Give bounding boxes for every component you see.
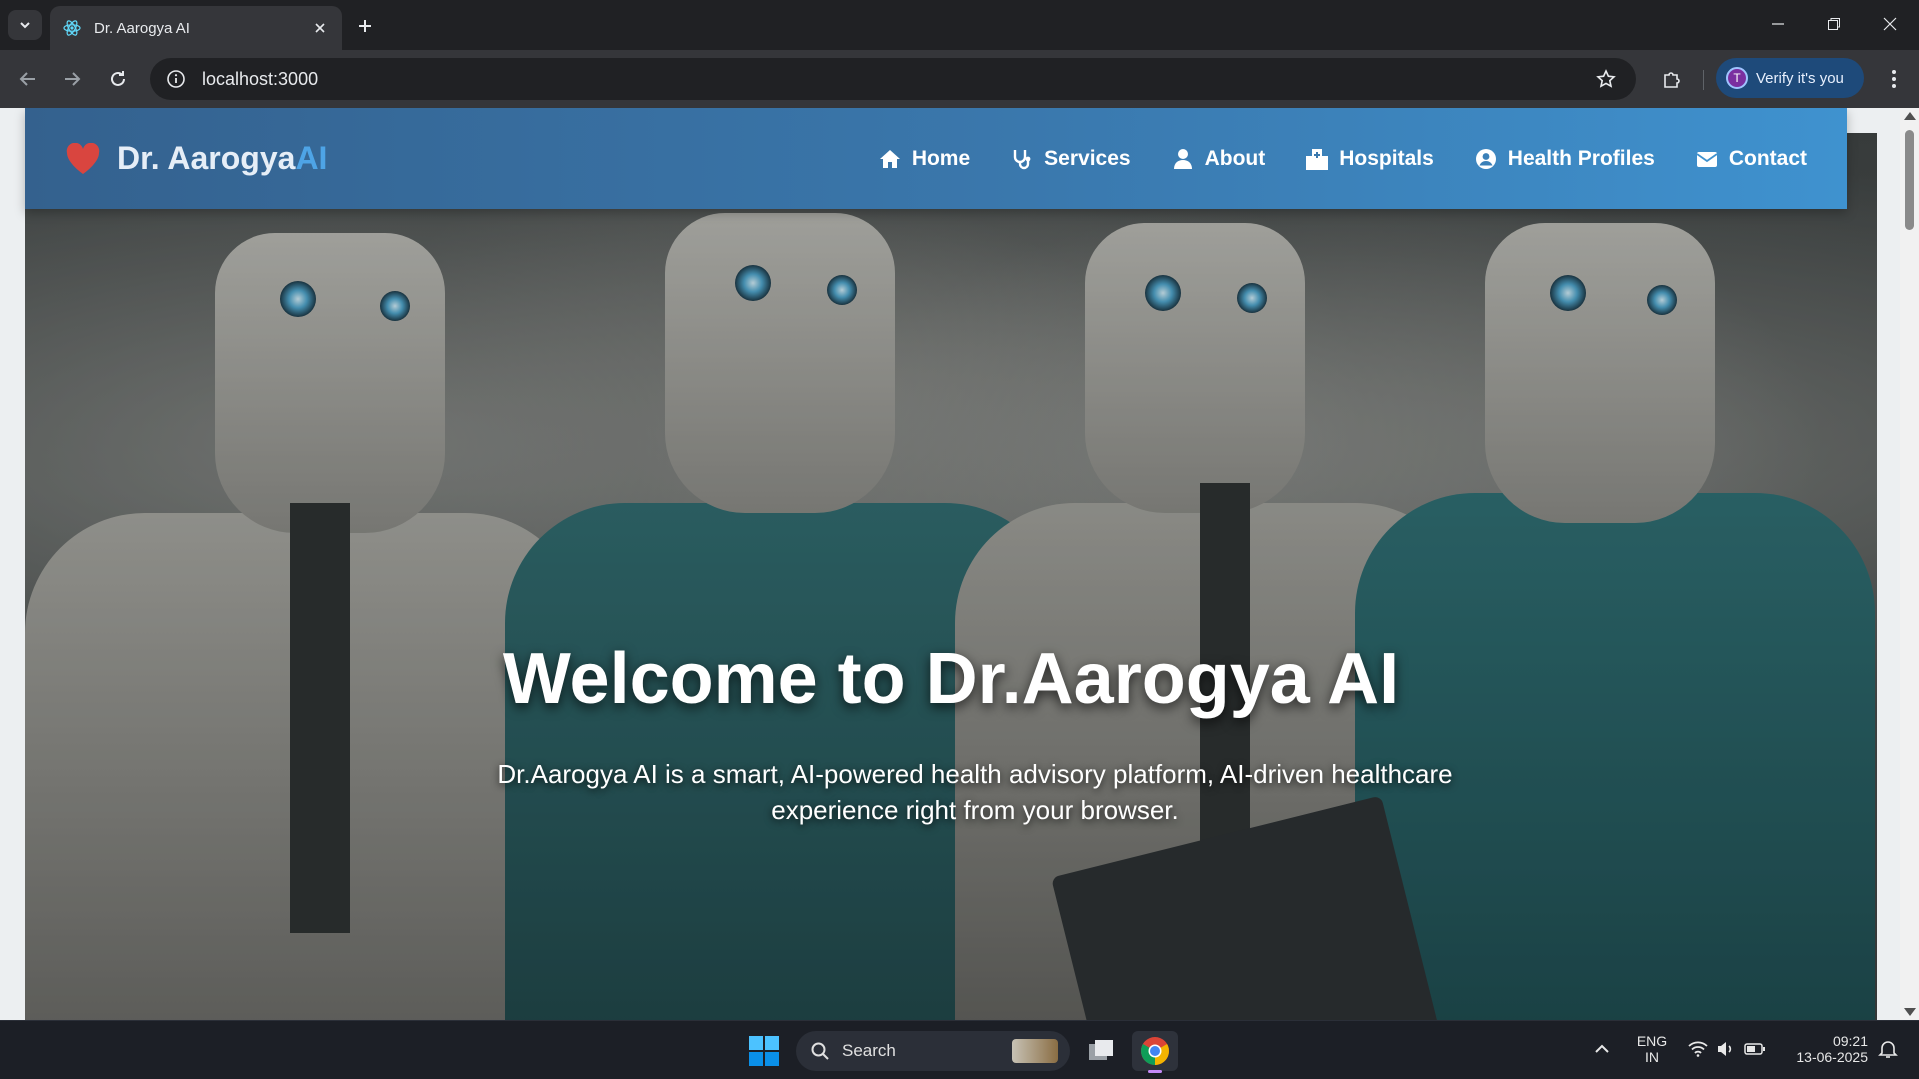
chrome-icon (1141, 1037, 1169, 1065)
user-icon (1171, 147, 1195, 171)
close-icon (1883, 17, 1897, 31)
tray-overflow-chevron-icon[interactable] (1594, 1041, 1610, 1059)
plus-icon (359, 20, 371, 32)
task-view-icon (1089, 1040, 1113, 1060)
windows-start-button[interactable] (748, 1035, 780, 1067)
site-header: Dr. Aarogya AI Home Services About Hospi… (25, 108, 1847, 209)
search-icon (811, 1042, 829, 1060)
close-window-button[interactable] (1870, 8, 1910, 40)
home-icon (878, 147, 902, 171)
profile-avatar: T (1726, 67, 1748, 89)
clock[interactable]: 09:21 13-06-2025 (1784, 1033, 1868, 1065)
hero-section: Welcome to Dr.Aarogya AI Dr.Aarogya AI i… (25, 133, 1877, 1020)
notification-bell-icon[interactable] (1878, 1039, 1898, 1064)
nav-about[interactable]: About (1171, 146, 1266, 171)
nav-home-label: Home (911, 146, 971, 170)
logo-text: Dr. Aarogya (117, 140, 296, 176)
forward-button[interactable] (56, 63, 88, 95)
browser-tab[interactable]: Dr. Aarogya AI (50, 6, 342, 50)
taskbar-search-label: Search (842, 1041, 896, 1060)
hero-subtitle: Dr.Aarogya AI is a smart, AI-powered hea… (497, 759, 1453, 825)
arrow-left-icon (19, 72, 35, 86)
clock-time: 09:21 (1832, 1033, 1868, 1049)
bookmark-star-icon[interactable] (1586, 69, 1626, 89)
scroll-up-arrow-icon[interactable] (1904, 112, 1916, 120)
puzzle-icon (1664, 72, 1680, 88)
nav-hospitals-label: Hospitals (1339, 146, 1434, 170)
volume-icon[interactable] (1716, 1041, 1734, 1062)
new-tab-button[interactable] (352, 13, 378, 39)
minimize-icon (1772, 23, 1784, 25)
extensions-button[interactable] (1656, 63, 1688, 95)
logo-text-ai: AI (295, 140, 328, 176)
profile-verify-button[interactable]: T Verify it's you (1716, 58, 1864, 98)
user-circle-icon (1474, 147, 1498, 171)
main-nav: Home Services About Hospitals Health Pro… (838, 108, 1807, 209)
site-info-icon[interactable] (156, 69, 196, 89)
stethoscope-icon (1010, 147, 1034, 171)
nav-about-label: About (1204, 146, 1266, 170)
clock-date: 13-06-2025 (1796, 1049, 1868, 1065)
taskbar-task-view[interactable] (1078, 1031, 1124, 1071)
language-bottom: IN (1645, 1049, 1659, 1065)
react-icon (62, 18, 82, 38)
restore-button[interactable] (1814, 8, 1854, 40)
language-top: ENG (1636, 1033, 1668, 1049)
url-text[interactable]: localhost:3000 (202, 69, 1586, 90)
scroll-thumb[interactable] (1905, 130, 1914, 230)
page-scrollbar[interactable] (1900, 108, 1919, 1020)
os-taskbar: Search ENG IN 09:21 13-06-2025 (0, 1020, 1919, 1079)
active-app-indicator (1148, 1070, 1162, 1073)
nav-contact[interactable]: Contact (1695, 147, 1807, 171)
tab-search-button[interactable] (8, 10, 42, 40)
more-vertical-icon (1892, 70, 1896, 88)
restore-icon (1828, 18, 1840, 30)
scroll-down-arrow-icon[interactable] (1904, 1008, 1916, 1016)
page-viewport: Welcome to Dr.Aarogya AI Dr.Aarogya AI i… (0, 108, 1900, 1020)
hero-overlay (25, 133, 1877, 1020)
taskbar-search[interactable]: Search (796, 1031, 1070, 1071)
hospital-icon (1305, 147, 1329, 171)
reload-icon (111, 71, 125, 86)
language-indicator[interactable]: ENG IN (1634, 1033, 1670, 1065)
nav-health-profiles-label: Health Profiles (1507, 146, 1655, 170)
verify-label: Verify it's you (1756, 69, 1844, 87)
chevron-down-icon (20, 22, 30, 29)
heart-icon (65, 141, 101, 177)
site-logo[interactable]: Dr. Aarogya AI (65, 140, 327, 177)
nav-services-label: Services (1044, 146, 1131, 170)
browser-tab-strip: Dr. Aarogya AI (0, 0, 1919, 50)
envelope-icon (1695, 147, 1719, 171)
nav-hospitals[interactable]: Hospitals (1305, 147, 1434, 171)
nav-services[interactable]: Services (1010, 146, 1131, 171)
nav-health-profiles[interactable]: Health Profiles (1474, 147, 1655, 171)
browser-menu-button[interactable] (1878, 63, 1910, 95)
tab-title: Dr. Aarogya AI (94, 19, 190, 37)
browser-toolbar: localhost:3000 T Verify it's you (0, 50, 1919, 108)
minimize-button[interactable] (1758, 8, 1798, 40)
nav-contact-label: Contact (1728, 146, 1807, 170)
address-bar[interactable]: localhost:3000 (150, 58, 1636, 100)
tab-close-icon[interactable] (310, 18, 330, 38)
hero-title: Welcome to Dr.Aarogya AI (502, 639, 1400, 719)
wifi-icon[interactable] (1688, 1041, 1708, 1062)
search-highlight-icon (1012, 1039, 1058, 1063)
back-button[interactable] (12, 63, 44, 95)
reload-button[interactable] (102, 63, 134, 95)
arrow-right-icon (65, 72, 81, 86)
windows-logo-icon (749, 1036, 779, 1066)
taskbar-chrome[interactable] (1132, 1031, 1178, 1073)
toolbar-divider (1703, 70, 1704, 90)
nav-home[interactable]: Home (878, 147, 970, 171)
screen: Dr. Aarogya AI localhost:3000 T Verify i… (0, 0, 1919, 1079)
battery-icon[interactable] (1744, 1042, 1766, 1061)
